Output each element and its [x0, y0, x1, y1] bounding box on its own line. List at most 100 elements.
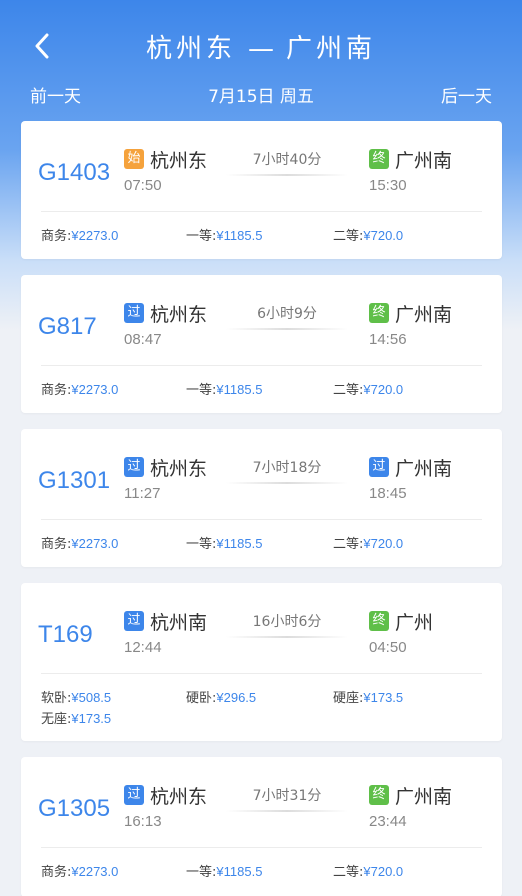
seat-price-value: ¥2273.0	[71, 382, 119, 397]
train-card[interactable]: T169 过杭州南 12:44 16小时6分终广州 04:50 软卧:¥508.5 硬卧:¥…	[21, 583, 502, 741]
duration-line	[226, 482, 348, 484]
train-card[interactable]: G1403 始杭州东 07:50 7小时40分 终广州南 15:30 商务:¥2273.0 一…	[21, 121, 502, 259]
arrival-station: 广州南	[395, 785, 453, 808]
train-card[interactable]: G817 过杭州东 08:47 6小时9分 终广州南 14:56 商务:¥2273.0 一等:…	[21, 275, 502, 413]
arrival-time: 04:50	[369, 639, 407, 656]
seat-price: 二等:¥720.0	[333, 379, 403, 398]
arrival: 终广州南 15:30	[369, 147, 452, 194]
departure-time: 07:50	[124, 177, 162, 194]
duration-line	[226, 174, 348, 176]
departure-type-badge: 始	[124, 149, 144, 169]
seat-price: 二等:¥720.0	[333, 225, 403, 244]
departure-type-badge: 过	[124, 303, 144, 323]
route-title: 杭州东 — 广州南	[0, 28, 522, 65]
arrival-station: 广州南	[395, 149, 453, 172]
seat-price: 商务:¥2273.0	[41, 225, 118, 244]
departure-type-badge: 过	[124, 611, 144, 631]
seat-price-value: ¥720.0	[363, 228, 404, 243]
seat-price: 一等:¥1185.5	[186, 225, 262, 244]
seat-price-value: ¥1185.5	[216, 864, 263, 879]
seat-price-value: ¥720.0	[363, 536, 404, 551]
duration-line	[226, 328, 348, 330]
arrival-station: 广州南	[395, 303, 453, 326]
seat-price-value: ¥720.0	[363, 864, 404, 879]
train-number: G1403	[38, 159, 111, 186]
arrival-time: 14:56	[369, 331, 407, 348]
departure-time: 08:47	[124, 331, 162, 348]
departure-type-badge: 过	[124, 785, 144, 805]
seat-class-label: 商务:	[41, 383, 72, 398]
train-number: G1301	[38, 467, 111, 494]
departure-station: 杭州东	[150, 303, 208, 326]
route-from: 杭州东	[145, 34, 236, 64]
arrival: 过广州南 18:45	[369, 455, 452, 502]
seat-price: 二等:¥720.0	[333, 533, 403, 552]
seat-price: 软卧:¥508.5	[41, 687, 111, 706]
travel-duration: 6小时9分	[257, 306, 317, 322]
seat-class-label: 硬座:	[333, 691, 364, 706]
seat-price: 一等:¥1185.5	[186, 861, 262, 880]
top-bar: 杭州东 — 广州南 前一天 7月15日 周五 后一天	[0, 0, 522, 120]
departure-type-badge: 过	[124, 457, 144, 477]
departure-station: 杭州东	[150, 149, 208, 172]
train-number: T169	[38, 621, 93, 648]
seat-price: 一等:¥1185.5	[186, 533, 262, 552]
seat-class-label: 硬卧:	[186, 691, 217, 706]
seat-class-label: 一等:	[186, 383, 217, 398]
seat-price: 硬座:¥173.5	[333, 687, 403, 706]
seat-price: 商务:¥2273.0	[41, 533, 118, 552]
seat-price-value: ¥720.0	[363, 382, 404, 397]
departure: 过杭州南 12:44	[124, 609, 207, 656]
seat-class-label: 一等:	[186, 865, 217, 880]
seat-class-label: 软卧:	[41, 691, 72, 706]
seat-price-value: ¥2273.0	[71, 228, 119, 243]
arrival-type-badge: 终	[369, 149, 389, 169]
seat-price-value: ¥508.5	[71, 690, 112, 705]
departure-time: 12:44	[124, 639, 162, 656]
seat-price: 无座:¥173.5	[41, 708, 111, 727]
seat-price: 一等:¥1185.5	[186, 379, 262, 398]
seat-class-label: 商务:	[41, 865, 72, 880]
arrival-type-badge: 终	[369, 785, 389, 805]
seat-price: 硬卧:¥296.5	[186, 687, 256, 706]
duration-line	[226, 636, 348, 638]
train-card[interactable]: G1301 过杭州东 11:27 7小时18分 过广州南 18:45 商务:¥2273.0 一…	[21, 429, 502, 567]
divider	[41, 211, 482, 212]
seat-class-label: 二等:	[333, 865, 364, 880]
arrival-type-badge: 终	[369, 303, 389, 323]
departure-station: 杭州东	[150, 785, 208, 808]
seat-price: 商务:¥2273.0	[41, 379, 118, 398]
departure-station: 杭州东	[150, 457, 208, 480]
seat-class-label: 二等:	[333, 229, 364, 244]
arrival-time: 18:45	[369, 485, 407, 502]
seat-price-value: ¥296.5	[216, 690, 257, 705]
arrival: 终广州南 14:56	[369, 301, 452, 348]
arrival-time: 23:44	[369, 813, 407, 830]
travel-duration: 7小时40分	[252, 152, 322, 168]
next-day-button[interactable]: 后一天	[441, 82, 492, 107]
travel-duration: 7小时31分	[252, 788, 322, 804]
seat-price-value: ¥1185.5	[216, 382, 263, 397]
seat-price-value: ¥1185.5	[216, 536, 263, 551]
arrival-time: 15:30	[369, 177, 407, 194]
arrival: 终广州南 23:44	[369, 783, 452, 830]
train-card[interactable]: G1305 过杭州东 16:13 7小时31分 终广州南 23:44 商务:¥2273.0 一…	[21, 757, 502, 896]
departure: 过杭州东 11:27	[124, 455, 207, 502]
divider	[41, 519, 482, 520]
seat-price-value: ¥2273.0	[71, 864, 119, 879]
train-number: G817	[38, 313, 97, 340]
departure: 过杭州东 08:47	[124, 301, 207, 348]
divider	[41, 365, 482, 366]
travel-duration: 7小时18分	[252, 460, 322, 476]
route-arrow: —	[248, 34, 274, 64]
divider	[41, 847, 482, 848]
seat-class-label: 商务:	[41, 229, 72, 244]
seat-price: 二等:¥720.0	[333, 861, 403, 880]
route-to: 广州南	[286, 34, 377, 64]
arrival-type-badge: 过	[369, 457, 389, 477]
seat-class-label: 一等:	[186, 537, 217, 552]
seat-class-label: 二等:	[333, 383, 364, 398]
divider	[41, 673, 482, 674]
seat-price: 商务:¥2273.0	[41, 861, 118, 880]
seat-class-label: 一等:	[186, 229, 217, 244]
